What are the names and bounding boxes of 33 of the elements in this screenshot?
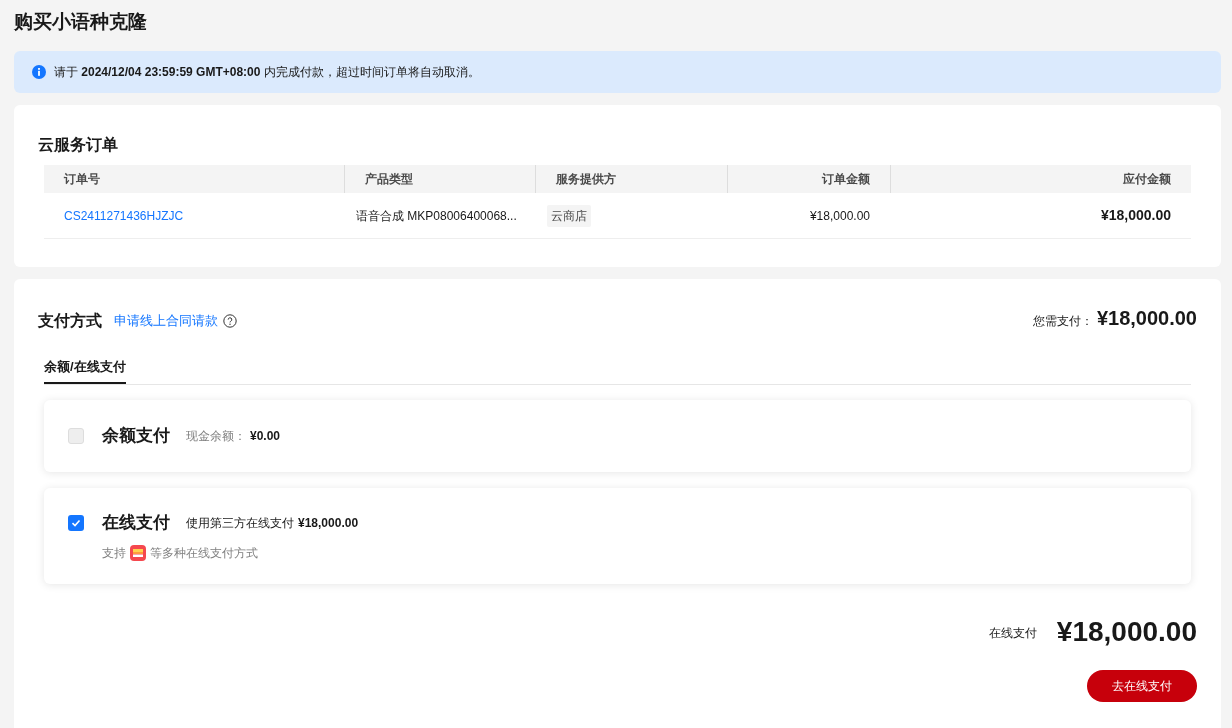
order-number-link[interactable]: CS2411271436HJZJC bbox=[64, 206, 184, 225]
check-icon bbox=[71, 518, 81, 528]
provider-tag: 云商店 bbox=[547, 204, 591, 227]
option-detail: 使用第三方在线支付 ¥18,000.00 bbox=[186, 515, 359, 532]
pay-button[interactable]: 去在线支付 bbox=[1087, 670, 1197, 702]
contract-link[interactable]: 申请线上合同请款 bbox=[114, 311, 218, 331]
column-header: 订单金额 bbox=[822, 171, 870, 188]
payment-option-card[interactable]: 在线支付 使用第三方在线支付 ¥18,000.00 支持 等多种在线支付方式 bbox=[44, 488, 1191, 584]
table-cell-text: ¥18,000.00 bbox=[1100, 206, 1171, 225]
support-text: 等多种在线支付方式 bbox=[150, 544, 258, 562]
column-header: 订单号 bbox=[64, 171, 100, 188]
total-label: 在线支付 bbox=[988, 625, 1037, 642]
total-amount: ¥18,000.00 bbox=[1056, 618, 1197, 646]
page-title: 购买小语种克隆 bbox=[14, 10, 148, 34]
amount-label: 您需支付： bbox=[1032, 313, 1093, 330]
section-title: 云服务订单 bbox=[38, 135, 119, 155]
amount-value: ¥18,000.00 bbox=[1096, 306, 1197, 331]
table-cell-text: ¥18,000.00 bbox=[809, 207, 870, 225]
table-cell-text: 语音合成 MKP08006400068... bbox=[356, 207, 517, 225]
column-header: 服务提供方 bbox=[556, 171, 616, 188]
option-title: 在线支付 bbox=[102, 512, 170, 535]
support-text: 支持 bbox=[102, 544, 126, 562]
section-title: 支付方式 bbox=[38, 311, 102, 331]
info-icon bbox=[32, 65, 46, 79]
column-header: 产品类型 bbox=[365, 171, 413, 188]
option-detail: 现金余额： ¥0.00 bbox=[186, 428, 281, 445]
notice-text: 请于 2024/12/04 23:59:59 GMT+08:00 内完成付款，超过时间订单将自动取消。 bbox=[54, 64, 480, 81]
checkbox[interactable] bbox=[68, 515, 84, 531]
option-title: 余额支付 bbox=[102, 425, 170, 448]
column-header: 应付金额 bbox=[1123, 171, 1171, 188]
help-icon[interactable] bbox=[223, 314, 237, 328]
tab[interactable]: 余额/在线支付 bbox=[44, 351, 126, 384]
wallet-icon bbox=[130, 544, 146, 561]
